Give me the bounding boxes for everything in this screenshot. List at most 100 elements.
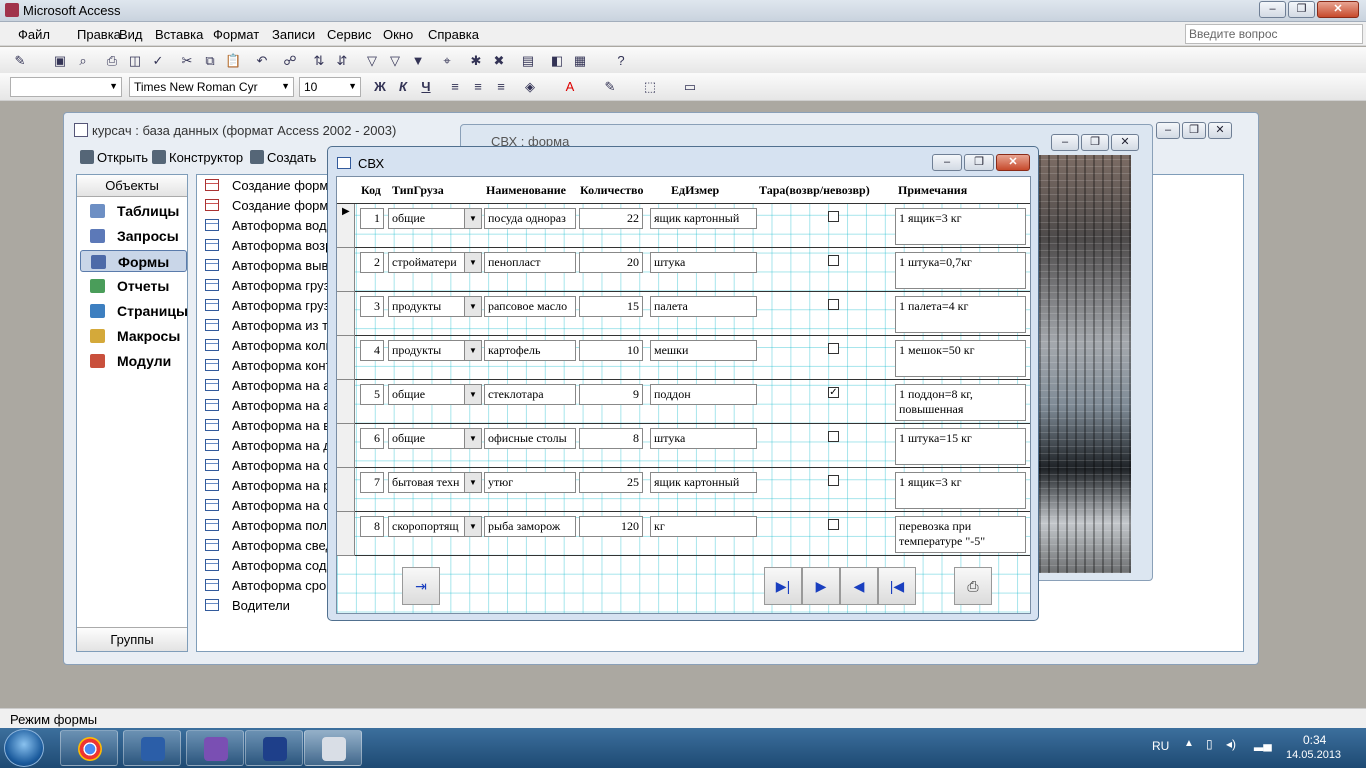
close-icon[interactable]: ✕ xyxy=(1111,134,1139,151)
tara-checkbox[interactable] xyxy=(828,343,839,354)
tara-checkbox[interactable]: ✓ xyxy=(828,387,839,398)
fill-color-icon[interactable]: ◈ xyxy=(522,79,538,95)
close-icon[interactable]: ✕ xyxy=(1317,1,1359,18)
name-field[interactable]: картофель xyxy=(484,340,576,361)
sort-asc-icon[interactable]: ⇅ xyxy=(311,53,327,69)
list-item[interactable]: Автоформа получ xyxy=(205,516,340,536)
object-modules[interactable]: Модули xyxy=(80,350,187,372)
open-button[interactable]: Открыть xyxy=(80,150,148,165)
italic-button[interactable]: К xyxy=(395,79,411,95)
list-item[interactable]: Автоформа срок xyxy=(205,576,332,596)
unit-field[interactable]: поддон xyxy=(650,384,757,405)
tara-checkbox[interactable] xyxy=(828,475,839,486)
restore-icon[interactable]: ❐ xyxy=(1081,134,1109,151)
code-field[interactable]: 6 xyxy=(360,428,384,449)
sort-desc-icon[interactable]: ⇵ xyxy=(334,53,350,69)
name-field[interactable]: утюг xyxy=(484,472,576,493)
name-field[interactable]: посуда однораз xyxy=(484,208,576,229)
start-button[interactable] xyxy=(4,729,44,767)
chevron-down-icon[interactable]: ▼ xyxy=(464,341,481,360)
list-item[interactable]: Создание формы xyxy=(205,176,338,196)
cargo-type-combo[interactable]: продукты ▼ xyxy=(388,296,482,317)
view-icon[interactable]: ✎ xyxy=(12,53,28,69)
tray-expand-icon[interactable]: ▲ xyxy=(1184,738,1194,749)
name-field[interactable]: рыба заморож xyxy=(484,516,576,537)
object-pages[interactable]: Страницы xyxy=(80,300,188,322)
code-field[interactable]: 4 xyxy=(360,340,384,361)
unit-field[interactable]: мешки xyxy=(650,340,757,361)
record-selector[interactable] xyxy=(337,336,355,380)
list-item[interactable]: Автоформа водит xyxy=(205,216,340,236)
database-window-icon[interactable]: ◧ xyxy=(549,53,565,69)
record-selector[interactable] xyxy=(337,468,355,512)
tara-checkbox[interactable] xyxy=(828,255,839,266)
notes-field[interactable]: 1 палета=4 кг xyxy=(895,296,1026,333)
record-selector[interactable] xyxy=(337,512,355,556)
print-button[interactable]: ⎙ xyxy=(954,567,992,605)
code-field[interactable]: 1 xyxy=(360,208,384,229)
clock-date[interactable]: 14.05.2013 xyxy=(1286,749,1341,761)
code-field[interactable]: 8 xyxy=(360,516,384,537)
copy-icon[interactable]: ⧉ xyxy=(202,53,218,69)
print-icon[interactable]: ⎙ xyxy=(104,53,120,69)
object-reports[interactable]: Отчеты xyxy=(80,275,187,297)
cargo-type-combo[interactable]: продукты ▼ xyxy=(388,340,482,361)
align-left-icon[interactable]: ≡ xyxy=(447,79,463,95)
menu-records[interactable]: Записи xyxy=(272,27,315,42)
notes-field[interactable]: 1 поддон=8 кг, повышенная xyxy=(895,384,1026,421)
restore-icon[interactable]: ❐ xyxy=(964,154,994,171)
list-item[interactable]: Автоформа на от xyxy=(205,456,336,476)
list-item[interactable]: Автоформа на ра xyxy=(205,476,338,496)
taskbar-access[interactable] xyxy=(304,730,362,766)
taskbar-chrome[interactable] xyxy=(60,730,118,766)
close-icon[interactable]: ✕ xyxy=(996,154,1030,171)
list-item[interactable]: Автоформа вывод xyxy=(205,256,343,276)
list-item[interactable]: Автоформа возра xyxy=(205,236,340,256)
minimize-icon[interactable]: – xyxy=(1156,122,1180,139)
volume-icon[interactable]: ◂) xyxy=(1226,737,1236,751)
unit-field[interactable]: штука xyxy=(650,428,757,449)
list-item[interactable]: Автоформа грузо xyxy=(205,276,337,296)
design-button[interactable]: Конструктор xyxy=(152,150,243,165)
last-record-button[interactable]: ▶| xyxy=(764,567,802,605)
chevron-down-icon[interactable]: ▼ xyxy=(464,253,481,272)
quantity-field[interactable]: 10 xyxy=(579,340,643,361)
minimize-icon[interactable]: – xyxy=(1259,1,1286,18)
spelling-icon[interactable]: ✓ xyxy=(150,53,166,69)
close-icon[interactable]: ✕ xyxy=(1208,122,1232,139)
quantity-field[interactable]: 9 xyxy=(579,384,643,405)
list-item[interactable]: Автоформа на во xyxy=(205,416,337,436)
apply-filter-icon[interactable]: ▼ xyxy=(410,53,426,69)
taskbar-save[interactable] xyxy=(245,730,303,766)
access-app-icon[interactable] xyxy=(5,3,19,17)
notes-field[interactable]: 1 ящик=3 кг xyxy=(895,208,1026,245)
notes-field[interactable]: 1 ящик=3 кг xyxy=(895,472,1026,509)
restore-icon[interactable]: ❐ xyxy=(1182,122,1206,139)
first-record-button[interactable]: |◀ xyxy=(878,567,916,605)
delete-record-icon[interactable]: ✖ xyxy=(491,53,507,69)
battery-icon[interactable]: ▯ xyxy=(1206,737,1213,751)
object-forms[interactable]: Формы xyxy=(80,250,187,272)
menu-window[interactable]: Окно xyxy=(383,27,413,42)
cargo-type-combo[interactable]: общие ▼ xyxy=(388,428,482,449)
list-item[interactable]: Автоформа на авт xyxy=(205,396,343,416)
name-field[interactable]: рапсовое масло xyxy=(484,296,576,317)
minimize-icon[interactable]: – xyxy=(1051,134,1079,151)
tara-checkbox[interactable] xyxy=(828,519,839,530)
tara-checkbox[interactable] xyxy=(828,431,839,442)
object-select[interactable]: ▼ xyxy=(10,77,122,97)
create-button[interactable]: Создать xyxy=(250,150,316,165)
chevron-down-icon[interactable]: ▼ xyxy=(464,297,481,316)
list-item[interactable]: Автоформа на авт xyxy=(205,376,343,396)
record-selector[interactable] xyxy=(337,424,355,468)
list-item[interactable]: Автоформа конта xyxy=(205,356,339,376)
menu-edit[interactable]: Правка xyxy=(77,27,121,42)
unit-field[interactable]: палета xyxy=(650,296,757,317)
notes-field[interactable]: 1 штука=15 кг xyxy=(895,428,1026,465)
chevron-down-icon[interactable]: ▼ xyxy=(464,385,481,404)
line-width-icon[interactable]: ⬚ xyxy=(642,79,658,95)
new-record-icon[interactable]: ✱ xyxy=(468,53,484,69)
taskbar-visual-studio[interactable] xyxy=(186,730,244,766)
cargo-type-combo[interactable]: скоропортящ ▼ xyxy=(388,516,482,537)
notes-field[interactable]: 1 штука=0,7кг xyxy=(895,252,1026,289)
